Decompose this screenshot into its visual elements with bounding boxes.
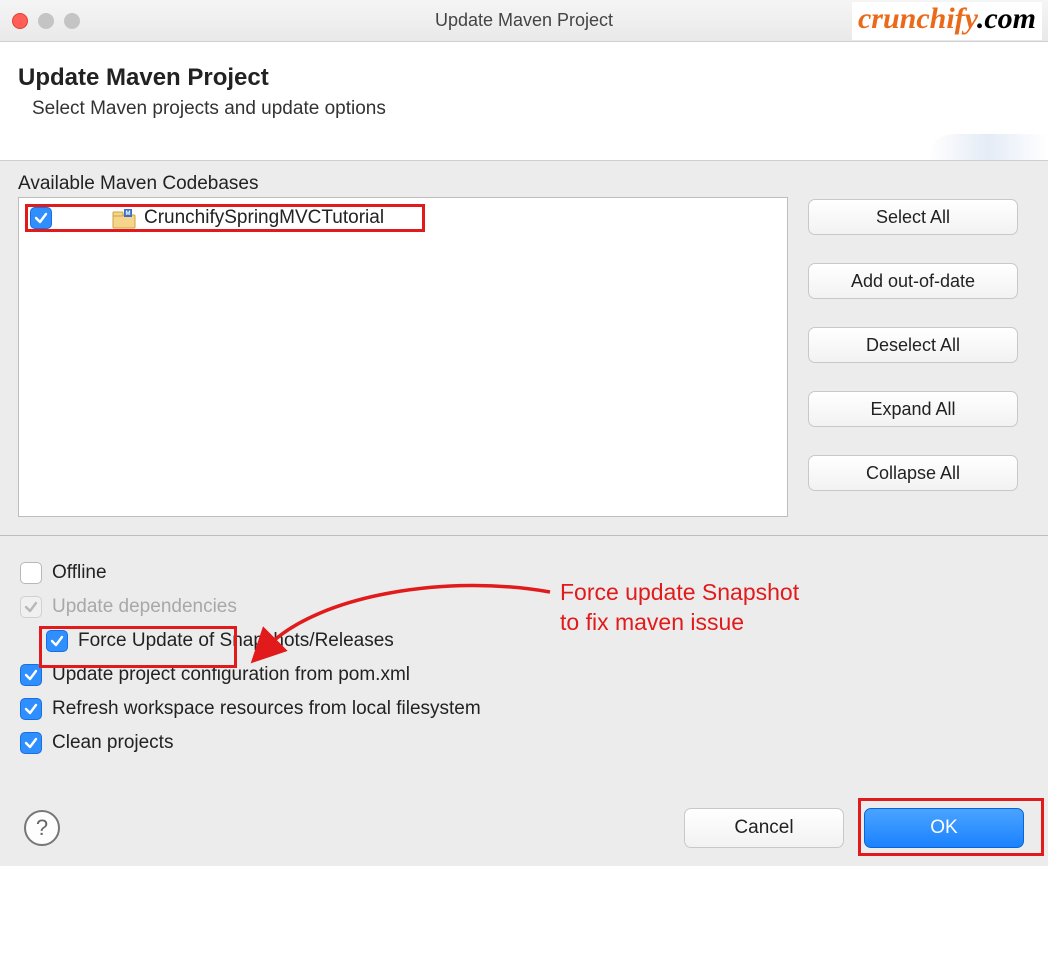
add-out-of-date-button[interactable]: Add out-of-date (808, 263, 1018, 299)
refresh-workspace-label: Refresh workspace resources from local f… (52, 698, 481, 720)
clean-projects-option[interactable]: Clean projects (20, 732, 1028, 754)
codebases-section: Available Maven Codebases M CrunchifySpr… (0, 161, 1048, 536)
brand-right: .com (977, 2, 1036, 35)
update-dependencies-label: Update dependencies (52, 596, 237, 618)
help-button[interactable]: ? (24, 810, 60, 846)
page-subtitle: Select Maven projects and update options (32, 98, 1030, 120)
offline-checkbox[interactable] (20, 562, 42, 584)
offline-label: Offline (52, 562, 107, 584)
options-section: Offline Update dependencies Force Update… (0, 536, 1048, 866)
cancel-button[interactable]: Cancel (684, 808, 844, 848)
expand-all-button[interactable]: Expand All (808, 391, 1018, 427)
annotation-highlight-ok (858, 798, 1044, 856)
tree-item-label: CrunchifySpringMVCTutorial (144, 207, 384, 229)
clean-projects-label: Clean projects (52, 732, 173, 754)
brand-left: crunchify (858, 2, 977, 35)
window-controls (12, 13, 80, 29)
update-dependencies-checkbox (20, 596, 42, 618)
tree-item[interactable]: M CrunchifySpringMVCTutorial (25, 204, 425, 232)
collapse-all-button[interactable]: Collapse All (808, 455, 1018, 491)
codebases-tree[interactable]: M CrunchifySpringMVCTutorial (18, 197, 788, 517)
tree-item-checkbox[interactable] (30, 207, 52, 229)
help-icon: ? (36, 815, 48, 841)
annotation-line1: Force update Snapshot (560, 578, 799, 608)
page-title: Update Maven Project (18, 64, 1030, 92)
select-all-button[interactable]: Select All (808, 199, 1018, 235)
offline-option[interactable]: Offline (20, 562, 1028, 584)
refresh-workspace-checkbox[interactable] (20, 698, 42, 720)
watermark-brand: crunchify.com (852, 2, 1042, 40)
svg-text:M: M (126, 211, 131, 217)
zoom-window-button[interactable] (64, 13, 80, 29)
clean-projects-checkbox[interactable] (20, 732, 42, 754)
minimize-window-button[interactable] (38, 13, 54, 29)
annotation-line2: to fix maven issue (560, 608, 799, 638)
deselect-all-button[interactable]: Deselect All (808, 327, 1018, 363)
maven-project-icon: M (112, 209, 134, 227)
annotation-text: Force update Snapshot to fix maven issue (560, 578, 799, 638)
codebases-side-buttons: Select All Add out-of-date Deselect All … (808, 197, 1018, 491)
refresh-workspace-option[interactable]: Refresh workspace resources from local f… (20, 698, 1028, 720)
header-banner-graphic (928, 134, 1048, 160)
close-window-button[interactable] (12, 13, 28, 29)
annotation-highlight-force-update (39, 626, 237, 668)
dialog-header: Update Maven Project Select Maven projec… (0, 42, 1048, 161)
codebases-label: Available Maven Codebases (18, 173, 1030, 195)
update-dependencies-option: Update dependencies (20, 596, 1028, 618)
